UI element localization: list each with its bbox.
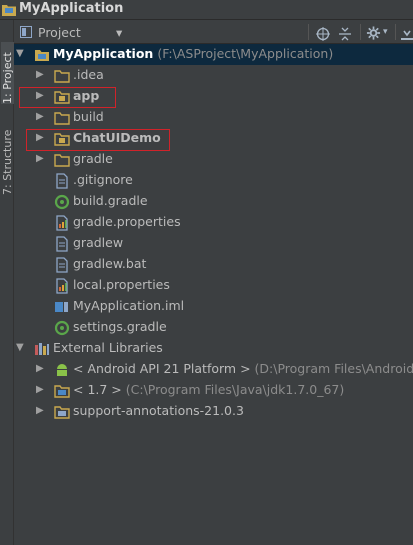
tree-root-label: MyApplication (F:\ASProject\MyApplicatio…	[53, 46, 333, 61]
window-title-bar: MyApplication	[0, 0, 413, 20]
collapsed-arrow-icon[interactable]: ▶	[36, 363, 44, 374]
tree-root-row[interactable]: ▼ MyApplication (F:\ASProject\MyApplicat…	[14, 44, 413, 65]
tree-item-label: support-annotations-21.0.3	[73, 403, 244, 418]
tree-item-label: build	[73, 109, 104, 124]
library-name: < Android API 21 Platform >	[73, 361, 251, 376]
tab-project-label: 1: Project	[1, 52, 14, 104]
tree-item-label: local.properties	[73, 277, 170, 292]
collapse-all-icon[interactable]	[338, 25, 352, 43]
expanded-arrow-icon[interactable]: ▼	[16, 342, 24, 353]
properties-file-icon	[56, 278, 68, 294]
library-android-api-21[interactable]: ▶ < Android API 21 Platform > (D:\Progra…	[14, 359, 413, 380]
text-file-icon	[56, 257, 68, 273]
tree-item-gitignore[interactable]: .gitignore	[14, 170, 413, 191]
expanded-arrow-icon[interactable]: ▼	[16, 48, 24, 59]
text-file-icon	[56, 173, 68, 189]
tree-item-idea[interactable]: ▶ .idea	[14, 65, 413, 86]
collapsed-arrow-icon[interactable]: ▶	[36, 69, 44, 80]
folder-icon	[54, 154, 70, 167]
collapsed-arrow-icon[interactable]: ▶	[36, 405, 44, 416]
android-icon	[57, 364, 67, 376]
library-label: < Android API 21 Platform > (D:\Program …	[73, 361, 413, 376]
tree-item-label: gradle	[73, 151, 113, 166]
toolbar-separator	[308, 24, 309, 40]
tree-item-gradlew-bat[interactable]: gradlew.bat	[14, 254, 413, 275]
tree-item-label: gradlew.bat	[73, 256, 147, 271]
tree-item-gradle[interactable]: ▶ gradle	[14, 149, 413, 170]
tree-item-build[interactable]: ▶ build	[14, 107, 413, 128]
project-view-icon	[20, 26, 32, 38]
tree-item-local-properties[interactable]: local.properties	[14, 275, 413, 296]
project-tree: ▼ MyApplication (F:\ASProject\MyApplicat…	[14, 44, 413, 545]
library-path: (D:\Program Files\Android so	[254, 361, 413, 376]
library-name: < 1.7 >	[73, 382, 122, 397]
iml-file-icon	[55, 302, 68, 312]
properties-file-icon	[56, 215, 68, 231]
tree-item-settings-gradle[interactable]: settings.gradle	[14, 317, 413, 338]
module-folder-icon	[35, 50, 49, 61]
tab-structure[interactable]: 7: Structure	[1, 130, 14, 195]
libraries-icon	[35, 343, 49, 355]
library-label: < 1.7 > (C:\Program Files\Java\jdk1.7.0_…	[73, 382, 344, 397]
highlight-box-chatuidemo	[26, 129, 170, 151]
collapsed-arrow-icon[interactable]: ▶	[36, 384, 44, 395]
tab-project[interactable]: 1: Project	[1, 42, 14, 104]
toolbar-separator	[395, 24, 396, 40]
gradle-settings-icon	[54, 320, 70, 336]
highlight-box-app	[19, 87, 116, 108]
tree-item-label: External Libraries	[53, 340, 163, 355]
tree-item-label: MyApplication.iml	[73, 298, 185, 313]
folder-icon	[54, 112, 70, 125]
tree-item-label: settings.gradle	[73, 319, 167, 334]
library-path: (C:\Program Files\Java\jdk1.7.0_67)	[125, 382, 345, 397]
window-title: MyApplication	[19, 1, 124, 16]
tree-item-build-gradle[interactable]: build.gradle	[14, 191, 413, 212]
library-folder-icon	[54, 406, 70, 419]
project-folder-icon	[2, 5, 16, 16]
text-file-icon	[56, 236, 68, 252]
gradle-file-icon	[54, 194, 70, 210]
tree-item-external-libraries[interactable]: ▼ External Libraries	[14, 338, 413, 359]
gear-icon[interactable]	[366, 24, 381, 42]
tree-item-label: .gitignore	[73, 172, 133, 187]
tree-item-label: .idea	[73, 67, 104, 82]
scroll-from-source-icon[interactable]	[316, 25, 330, 43]
collapsed-arrow-icon[interactable]: ▶	[36, 153, 44, 164]
root-name: MyApplication	[53, 46, 154, 61]
folder-icon	[54, 70, 70, 83]
gear-dropdown-icon[interactable]: ▾	[383, 23, 388, 41]
tree-item-label: gradlew	[73, 235, 124, 250]
jdk-folder-icon	[54, 385, 70, 398]
root-path: (F:\ASProject\MyApplication)	[157, 46, 334, 61]
tab-structure-label: 7: Structure	[1, 129, 14, 195]
chevron-down-icon[interactable]: ▾	[116, 23, 122, 41]
library-support-annotations[interactable]: ▶ support-annotations-21.0.3	[14, 401, 413, 422]
tree-item-myapplication-iml[interactable]: MyApplication.iml	[14, 296, 413, 317]
tree-item-gradlew[interactable]: gradlew	[14, 233, 413, 254]
toolbar-separator	[360, 24, 361, 40]
hide-icon[interactable]	[401, 26, 413, 44]
project-toolbar: Project ▾ ▾	[14, 20, 413, 44]
tool-window-strip: 1: Project 7: Structure	[0, 20, 14, 545]
view-select[interactable]: Project	[20, 23, 81, 41]
collapsed-arrow-icon[interactable]: ▶	[36, 111, 44, 122]
library-jdk-1-7[interactable]: ▶ < 1.7 > (C:\Program Files\Java\jdk1.7.…	[14, 380, 413, 401]
view-select-value: Project	[38, 24, 81, 40]
tree-item-label: gradle.properties	[73, 214, 181, 229]
tree-item-gradle-properties[interactable]: gradle.properties	[14, 212, 413, 233]
tree-item-label: build.gradle	[73, 193, 148, 208]
